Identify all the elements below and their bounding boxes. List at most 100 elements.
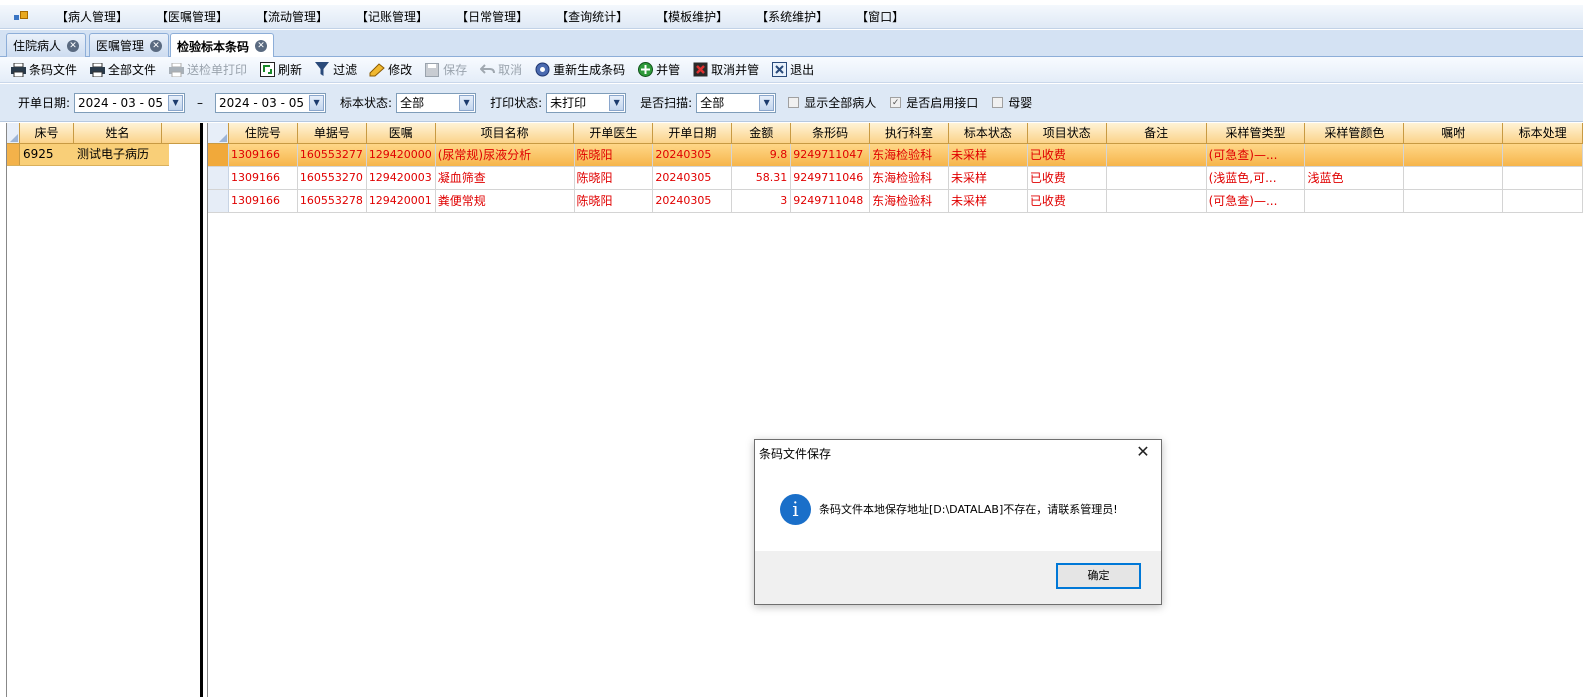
cell-barcode: 9249711048 <box>791 190 871 212</box>
date-from-picker[interactable]: 2024 - 03 - 05 ▼ <box>74 92 186 113</box>
checkmark-icon[interactable]: ✓ <box>890 97 902 108</box>
save-icon <box>424 62 440 78</box>
grid-corner[interactable] <box>7 123 20 143</box>
app-menu-icon[interactable] <box>14 10 28 23</box>
chevron-down-icon[interactable]: ▼ <box>609 94 625 111</box>
barcode-file-button[interactable]: 条码文件 <box>10 61 77 78</box>
cell-order: 129420000 <box>367 144 436 166</box>
enable-interface-checkbox[interactable]: ✓ 是否启用接口 <box>890 94 978 111</box>
dialog-footer: 确定 <box>755 551 1161 604</box>
dialog-body: i 条码文件本地保存地址[D:\DATALAB]不存在，请联系管理员! <box>755 466 1161 552</box>
cell-processing <box>1503 190 1583 212</box>
mother-baby-checkbox[interactable]: 母婴 <box>992 94 1032 111</box>
close-icon[interactable]: ✕ <box>67 39 80 52</box>
cell-name: 测试电子病历 <box>77 147 150 161</box>
column-header-item-status[interactable]: 项目状态 <box>1028 123 1107 143</box>
filter-button[interactable]: 过滤 <box>314 61 357 78</box>
tab-order-management[interactable]: 医嘱管理 ✕ <box>89 33 170 57</box>
menu-template-maintenance[interactable]: 【模板维护】 <box>642 6 742 28</box>
table-row[interactable]: 6925 测试电子病历 <box>7 144 169 166</box>
cancel-button[interactable]: 取消 <box>479 61 522 78</box>
column-header-bill-no[interactable]: 单据号 <box>298 123 367 143</box>
all-files-button[interactable]: 全部文件 <box>89 61 156 78</box>
column-header-amount[interactable]: 金额 <box>732 123 792 143</box>
column-header-inpatient-no[interactable]: 住院号 <box>229 123 298 143</box>
tab-lab-specimen-barcode[interactable]: 检验标本条码 ✕ <box>170 33 275 58</box>
cell-inpatient-no: 1309166 <box>229 190 298 212</box>
column-header-barcode[interactable]: 条形码 <box>791 123 871 143</box>
chevron-down-icon[interactable]: ▼ <box>168 94 184 111</box>
menu-query-statistics[interactable]: 【查询统计】 <box>542 6 642 28</box>
cell-note <box>1107 144 1207 166</box>
save-button[interactable]: 保存 <box>424 61 467 78</box>
column-header-processing[interactable]: 标本处理 <box>1503 123 1583 143</box>
menu-window[interactable]: 【窗口】 <box>842 6 918 28</box>
checkbox-box[interactable] <box>788 97 800 108</box>
column-header-item-name[interactable]: 项目名称 <box>436 123 575 143</box>
cancel-icon <box>692 62 708 78</box>
refresh-button[interactable]: 刷新 <box>259 61 302 78</box>
table-row[interactable]: 1309166 160553270 129420003 凝血筛查 陈晓阳 202… <box>208 167 1583 190</box>
scanned-select[interactable]: 全部 ▼ <box>696 92 777 113</box>
cell-tube-color <box>1305 144 1405 166</box>
cell-tube-type: (可急查)—... <box>1207 190 1306 212</box>
printer-icon <box>89 62 105 78</box>
menu-billing-management[interactable]: 【记账管理】 <box>342 6 442 28</box>
row-header[interactable] <box>208 144 229 166</box>
row-header[interactable] <box>208 167 229 189</box>
date-range-separator: – <box>197 95 204 110</box>
exit-button[interactable]: 退出 <box>771 61 814 78</box>
row-header[interactable] <box>7 144 20 165</box>
edit-button[interactable]: 修改 <box>369 61 412 78</box>
column-header-name[interactable]: 姓名 <box>74 123 162 143</box>
undo-icon <box>479 62 495 78</box>
cell-bill-no: 160553270 <box>298 167 367 189</box>
cell-order-date: 20240305 <box>653 190 733 212</box>
cell-inpatient-no: 1309166 <box>229 144 298 166</box>
regenerate-barcode-button[interactable]: 重新生成条码 <box>534 61 625 78</box>
dialog-message: 条码文件本地保存地址[D:\DATALAB]不存在，请联系管理员! <box>819 503 1118 516</box>
ok-button[interactable]: 确定 <box>1056 563 1141 589</box>
column-header-bed[interactable]: 床号 <box>20 123 74 143</box>
column-header-order[interactable]: 医嘱 <box>367 123 436 143</box>
menu-patient-management[interactable]: 【病人管理】 <box>42 6 142 28</box>
grid-corner[interactable] <box>208 123 229 143</box>
print-status-select[interactable]: 未打印 ▼ <box>546 92 627 113</box>
column-header-advice[interactable]: 嘱咐 <box>1404 123 1504 143</box>
chevron-down-icon[interactable]: ▼ <box>459 94 475 111</box>
table-row[interactable]: 1309166 160553277 129420000 (尿常规)尿液分析 陈晓… <box>208 144 1583 167</box>
column-header-dept[interactable]: 执行科室 <box>870 123 949 143</box>
specimen-status-select[interactable]: 全部 ▼ <box>396 92 477 113</box>
table-row[interactable]: 1309166 160553278 129420001 粪便常规 陈晓阳 202… <box>208 190 1583 213</box>
close-icon[interactable]: ✕ <box>1135 444 1151 460</box>
menu-daily-management[interactable]: 【日常管理】 <box>442 6 542 28</box>
close-icon[interactable]: ✕ <box>150 39 163 52</box>
row-header[interactable] <box>208 190 229 212</box>
date-to-picker[interactable]: 2024 - 03 - 05 ▼ <box>215 92 327 113</box>
show-all-patients-checkbox[interactable]: 显示全部病人 <box>788 94 876 111</box>
column-header-order-date[interactable]: 开单日期 <box>653 123 733 143</box>
column-header-specimen-status[interactable]: 标本状态 <box>949 123 1028 143</box>
tab-inpatients[interactable]: 住院病人 ✕ <box>6 33 87 57</box>
cell-order-date: 20240305 <box>653 167 733 189</box>
cancel-merge-tube-button[interactable]: 取消并管 <box>692 61 759 78</box>
cell-specimen-status: 未采样 <box>949 167 1028 189</box>
chevron-down-icon[interactable]: ▼ <box>759 94 775 111</box>
tab-label: 检验标本条码 <box>177 39 250 54</box>
column-header-tube-color[interactable]: 采样管颜色 <box>1305 123 1405 143</box>
menu-order-management[interactable]: 【医嘱管理】 <box>142 6 242 28</box>
menu-system-maintenance[interactable]: 【系统维护】 <box>742 6 842 28</box>
column-header-note[interactable]: 备注 <box>1107 123 1207 143</box>
checkbox-box[interactable] <box>992 97 1004 108</box>
close-icon[interactable]: ✕ <box>255 40 268 52</box>
column-header-tube-type[interactable]: 采样管类型 <box>1207 123 1306 143</box>
cell-item-status: 已收费 <box>1028 144 1107 166</box>
scanned-label: 是否扫描: <box>640 96 693 110</box>
menu-flow-management[interactable]: 【流动管理】 <box>242 6 342 28</box>
dialog-title-bar[interactable]: 条码文件保存 ✕ <box>755 440 1161 466</box>
print-request-form-button[interactable]: 送检单打印 <box>168 61 247 78</box>
column-header-doctor[interactable]: 开单医生 <box>574 123 654 143</box>
chevron-down-icon[interactable]: ▼ <box>309 94 325 111</box>
cell-tube-color <box>1305 190 1405 212</box>
merge-tube-button[interactable]: 并管 <box>637 61 680 78</box>
